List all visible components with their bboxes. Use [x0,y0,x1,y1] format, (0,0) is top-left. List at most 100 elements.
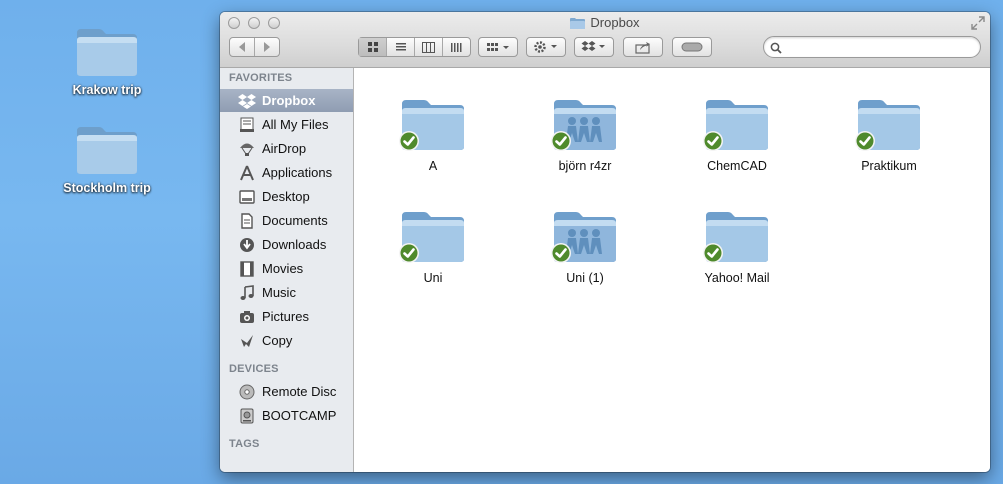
folder-item[interactable]: Yahoo! Mail [682,207,792,285]
sidebar-item-label: All My Files [262,117,329,132]
folder-icon [551,95,618,151]
titlebar: Dropbox [220,12,990,68]
sidebar-item-pictures[interactable]: Pictures [220,305,353,328]
sidebar-item-all-my-files[interactable]: All My Files [220,113,353,136]
window-title-text: Dropbox [590,15,640,30]
columns-icon [422,41,435,53]
tag-icon [681,42,703,52]
sidebar-item-copy[interactable]: Copy [220,329,353,352]
sidebar-item-applications[interactable]: Applications [220,161,353,184]
desktop-folder-label: Stockholm trip [63,181,151,195]
arrange-icon [487,43,509,51]
sync-check-icon [702,130,724,157]
sidebar-item-label: Desktop [262,189,310,204]
folder-item[interactable]: A [378,95,488,173]
sidebar-item-label: Music [262,285,296,300]
search-icon [770,41,782,59]
sidebar-item-label: Remote Disc [262,384,337,399]
music-icon [237,284,257,302]
back-forward-control [229,37,280,57]
sidebar-section-tags: TAGS [229,438,260,450]
desktop-icon [237,188,257,206]
folder-item[interactable]: Uni [378,207,488,285]
airdrop-icon [237,140,257,158]
sidebar-item-label: Copy [262,333,293,348]
folder-label: Yahoo! Mail [704,271,770,285]
fullscreen-icon[interactable] [971,16,985,30]
sidebar-item-label: Downloads [262,237,327,252]
cover-flow-icon [450,42,461,52]
folder-icon [855,95,922,151]
column-view-button[interactable] [415,38,443,56]
dropbox-menu-button[interactable] [574,37,614,57]
sidebar-item-downloads[interactable]: Downloads [220,233,353,256]
drive-icon [237,407,257,425]
folder-label: Praktikum [861,159,917,173]
sync-check-icon [550,242,572,269]
applications-icon [237,164,257,182]
disc-icon [237,383,257,401]
folder-label: Uni [423,271,443,285]
sync-check-icon [550,130,572,157]
chevron-left-icon [239,42,245,52]
search-field[interactable] [763,36,981,58]
sync-check-icon [398,130,420,157]
documents-icon [237,212,257,230]
copy-icon [237,332,257,350]
sidebar-item-label: Documents [262,213,328,228]
sidebar-item-bootcamp[interactable]: BOOTCAMP [220,404,353,427]
desktop-folder-krakow[interactable]: Krakow trip [52,25,162,97]
sync-check-icon [398,242,420,269]
sidebar-item-label: Pictures [262,309,309,324]
sidebar-item-music[interactable]: Music [220,281,353,304]
folder-label: A [428,159,438,173]
sidebar-section-favorites: FAVORITES [229,72,293,84]
sidebar-item-label: Dropbox [262,93,316,108]
window-title: Dropbox [220,15,990,32]
cover-flow-button[interactable] [443,38,470,56]
sidebar-item-label: AirDrop [262,141,307,156]
forward-button[interactable] [255,38,279,56]
dropbox-icon [237,92,257,110]
sidebar: FAVORITES Dropbox All My Files AirDrop A… [220,68,354,472]
folder-item[interactable]: Praktikum [834,95,944,173]
folder-icon [399,95,466,151]
search-input[interactable] [786,39,975,57]
folder-item[interactable]: ChemCAD [682,95,792,173]
chevron-right-icon [264,42,270,52]
sidebar-item-desktop[interactable]: Desktop [220,185,353,208]
folder-item[interactable]: Uni (1) [530,207,640,285]
share-button[interactable] [623,37,663,57]
grid-icon [367,42,378,52]
icon-view-button[interactable] [359,38,387,56]
file-grid: A björn r4zr ChemCAD Praktikum Uni Uni (… [354,68,990,472]
list-view-button[interactable] [387,38,415,56]
folder-label: Uni (1) [566,271,604,285]
sidebar-item-remote-disc[interactable]: Remote Disc [220,380,353,403]
folder-icon [570,17,586,32]
desktop-folder-stockholm[interactable]: Stockholm trip [52,123,162,195]
sync-check-icon [854,130,876,157]
folder-icon [703,207,770,263]
all-files-icon [237,116,257,134]
view-mode-control [358,37,471,57]
sidebar-item-airdrop[interactable]: AirDrop [220,137,353,160]
downloads-icon [237,236,257,254]
folder-label: björn r4zr [558,159,612,173]
folder-label: ChemCAD [707,159,767,173]
action-button[interactable] [526,37,566,57]
back-button[interactable] [230,38,255,56]
desktop-folder-label: Krakow trip [72,83,142,97]
folder-icon [75,123,139,175]
sidebar-item-movies[interactable]: Movies [220,257,353,280]
folder-item[interactable]: björn r4zr [530,95,640,173]
sidebar-item-label: BOOTCAMP [262,408,337,423]
finder-window: Dropbox FAVORITES Dropbox All My Files A… [220,12,990,472]
sidebar-item-documents[interactable]: Documents [220,209,353,232]
sync-check-icon [702,242,724,269]
sidebar-item-dropbox[interactable]: Dropbox [220,89,353,112]
folder-icon [703,95,770,151]
tags-button[interactable] [672,37,712,57]
arrange-button[interactable] [478,37,518,57]
sidebar-section-devices: DEVICES [229,363,279,375]
